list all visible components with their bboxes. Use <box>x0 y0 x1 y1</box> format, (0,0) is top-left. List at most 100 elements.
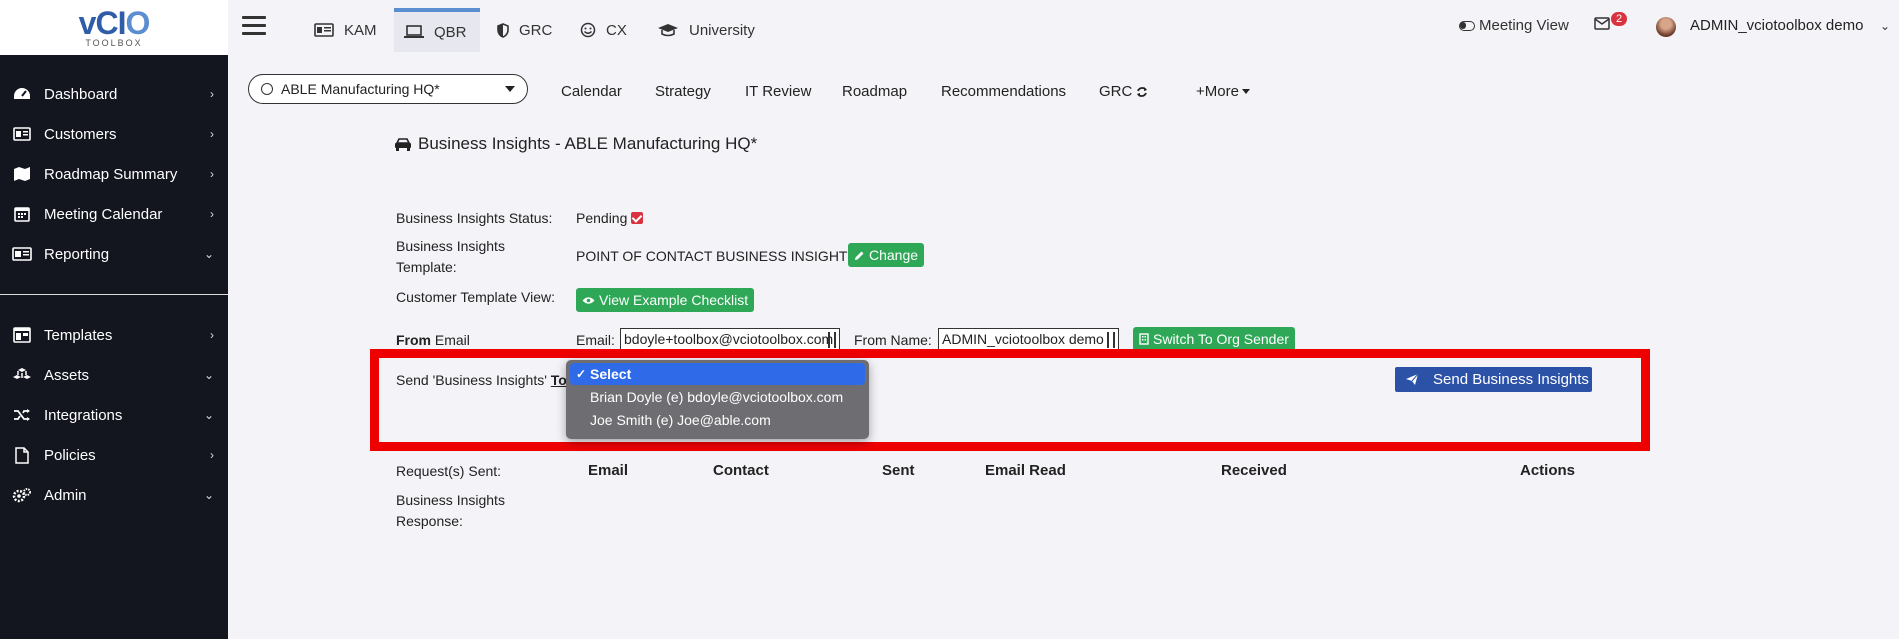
smile-icon <box>580 22 596 38</box>
from-name-prefix-label: From Name: <box>854 332 932 348</box>
chevron-down-icon[interactable]: ⌄ <box>1880 19 1890 33</box>
sidebar-item-label: Roadmap Summary <box>44 165 178 183</box>
tab-qbr[interactable]: QBR <box>394 8 480 52</box>
from-label-bold: From <box>396 332 431 348</box>
subnav-calendar[interactable]: Calendar <box>561 83 622 100</box>
sidebar-item-customers[interactable]: Customers › <box>0 114 228 154</box>
username[interactable]: ADMIN_vciotoolbox demo <box>1690 17 1863 34</box>
sidebar-item-assets[interactable]: Assets ⌄ <box>0 355 228 395</box>
dropdown-option-label: Joe Smith (e) Joe@able.com <box>590 412 771 428</box>
user-circle-icon <box>261 83 273 95</box>
switch-to-org-sender-button[interactable]: Switch To Org Sender <box>1133 327 1295 351</box>
chevron-right-icon: › <box>210 87 214 101</box>
tab-label: QBR <box>434 23 467 41</box>
paper-plane-icon <box>1405 373 1419 386</box>
recipient-dropdown[interactable]: ✓ Select Brian Doyle (e) bdoyle@vciotool… <box>566 360 869 439</box>
checkmark-icon: ✓ <box>576 367 587 381</box>
page-title: Business Insights - ABLE Manufacturing H… <box>394 134 757 154</box>
meeting-view-label: Meeting View <box>1479 17 1569 34</box>
from-label-rest: Email <box>431 332 470 348</box>
sidebar-item-label: Policies <box>44 446 96 464</box>
sidebar-item-label: Integrations <box>44 406 123 424</box>
hamburger-menu-icon[interactable] <box>242 16 266 36</box>
sidebar-item-policies[interactable]: Policies › <box>0 435 228 475</box>
sidebar-item-label: Reporting <box>44 245 110 263</box>
response-label-line1: Business Insights <box>396 492 505 508</box>
from-email-value: bdoyle+toolbox@vciotoolbox.com <box>624 331 834 347</box>
dashboard-icon <box>10 85 34 103</box>
status-value: Pending <box>576 210 644 226</box>
shuffle-icon <box>10 406 34 424</box>
tab-label: GRC <box>519 21 553 39</box>
change-button[interactable]: Change <box>848 243 925 267</box>
sidebar-item-reporting[interactable]: Reporting ⌄ <box>0 234 228 274</box>
chevron-down-icon: ⌄ <box>203 408 214 422</box>
sidebar-item-dashboard[interactable]: Dashboard › <box>0 74 228 114</box>
column-header-sent: Sent <box>882 462 915 479</box>
subnav-it-review[interactable]: IT Review <box>745 83 811 100</box>
map-icon <box>10 165 34 183</box>
column-header-email-read: Email Read <box>985 462 1066 479</box>
calendar-icon <box>10 205 34 223</box>
sidebar-item-meeting-calendar[interactable]: Meeting Calendar › <box>0 194 228 234</box>
switch-to-org-sender-label: Switch To Org Sender <box>1153 331 1289 347</box>
text-cursor-icon <box>828 332 836 348</box>
view-example-checklist-button[interactable]: View Example Checklist <box>576 288 755 312</box>
template-label-line1: Business Insights <box>396 238 505 254</box>
column-header-actions: Actions <box>1520 462 1576 479</box>
dropdown-option-brian-doyle[interactable]: Brian Doyle (e) bdoyle@vciotoolbox.com <box>570 386 865 408</box>
laptop-icon <box>404 25 424 39</box>
subnav-more[interactable]: +More <box>1196 83 1250 100</box>
tab-label: University <box>689 21 755 39</box>
customer-select[interactable]: ABLE Manufacturing HQ* <box>248 74 528 104</box>
chevron-down-icon: ⌄ <box>203 488 214 502</box>
top-bar: KAM QBR GRC CX University Meeting View 2… <box>228 0 1899 54</box>
caret-down-icon <box>505 86 515 92</box>
send-business-insights-button[interactable]: Send Business Insights <box>1395 367 1592 392</box>
sidebar-item-label: Customers <box>44 125 117 143</box>
customer-template-view-label: Customer Template View: <box>396 289 555 305</box>
report-icon <box>10 245 34 263</box>
status-value-text: Pending <box>576 210 628 226</box>
chevron-right-icon: › <box>210 448 214 462</box>
tab-kam[interactable]: KAM <box>304 8 387 52</box>
mail-icon[interactable] <box>1594 17 1610 35</box>
sidebar-item-roadmap-summary[interactable]: Roadmap Summary › <box>0 154 228 194</box>
toggle-icon <box>1459 20 1475 31</box>
view-example-checklist-label: View Example Checklist <box>599 292 749 308</box>
template-label: Business Insights Template: <box>396 236 505 278</box>
cubes-icon <box>10 366 34 384</box>
dropdown-option-joe-smith[interactable]: Joe Smith (e) Joe@able.com <box>570 409 865 431</box>
tab-cx[interactable]: CX <box>570 8 637 52</box>
dropdown-option-select[interactable]: ✓ Select <box>570 363 865 385</box>
from-email-label: From Email <box>396 330 470 351</box>
avatar[interactable] <box>1656 17 1676 37</box>
logo[interactable]: vCIO TOOLBOX <box>0 0 228 55</box>
meeting-view-toggle[interactable]: Meeting View <box>1459 17 1569 34</box>
tab-label: CX <box>606 21 627 39</box>
sidebar-item-label: Meeting Calendar <box>44 205 163 223</box>
dropdown-option-label: Select <box>590 366 632 382</box>
template-value: POINT OF CONTACT BUSINESS INSIGHTS <box>576 248 857 264</box>
sidebar-item-label: Dashboard <box>44 85 118 103</box>
sidebar-item-templates[interactable]: Templates › <box>0 315 228 355</box>
checkbox-icon[interactable] <box>631 212 644 224</box>
dropdown-option-label: Brian Doyle (e) bdoyle@vciotoolbox.com <box>590 389 844 405</box>
mail-count-badge: 2 <box>1611 12 1628 26</box>
send-label-text: Send 'Business Insights' <box>396 372 547 388</box>
chevron-down-icon: ⌄ <box>203 247 214 261</box>
subnav-grc[interactable]: GRC <box>1099 83 1148 100</box>
sidebar-item-integrations[interactable]: Integrations ⌄ <box>0 395 228 435</box>
file-icon <box>10 446 34 464</box>
subnav-strategy[interactable]: Strategy <box>655 83 711 100</box>
tab-university[interactable]: University <box>647 8 765 52</box>
business-insights-response-label: Business Insights Response: <box>396 490 505 532</box>
template-icon <box>10 326 34 344</box>
subnav-roadmap[interactable]: Roadmap <box>842 83 907 100</box>
subnav-recommendations[interactable]: Recommendations <box>941 83 1066 100</box>
sidebar-item-admin[interactable]: Admin ⌄ <box>0 475 228 515</box>
caret-down-icon <box>1241 89 1250 94</box>
eye-icon <box>582 296 595 305</box>
response-label-line2: Response: <box>396 513 463 529</box>
tab-grc[interactable]: GRC <box>487 8 562 52</box>
